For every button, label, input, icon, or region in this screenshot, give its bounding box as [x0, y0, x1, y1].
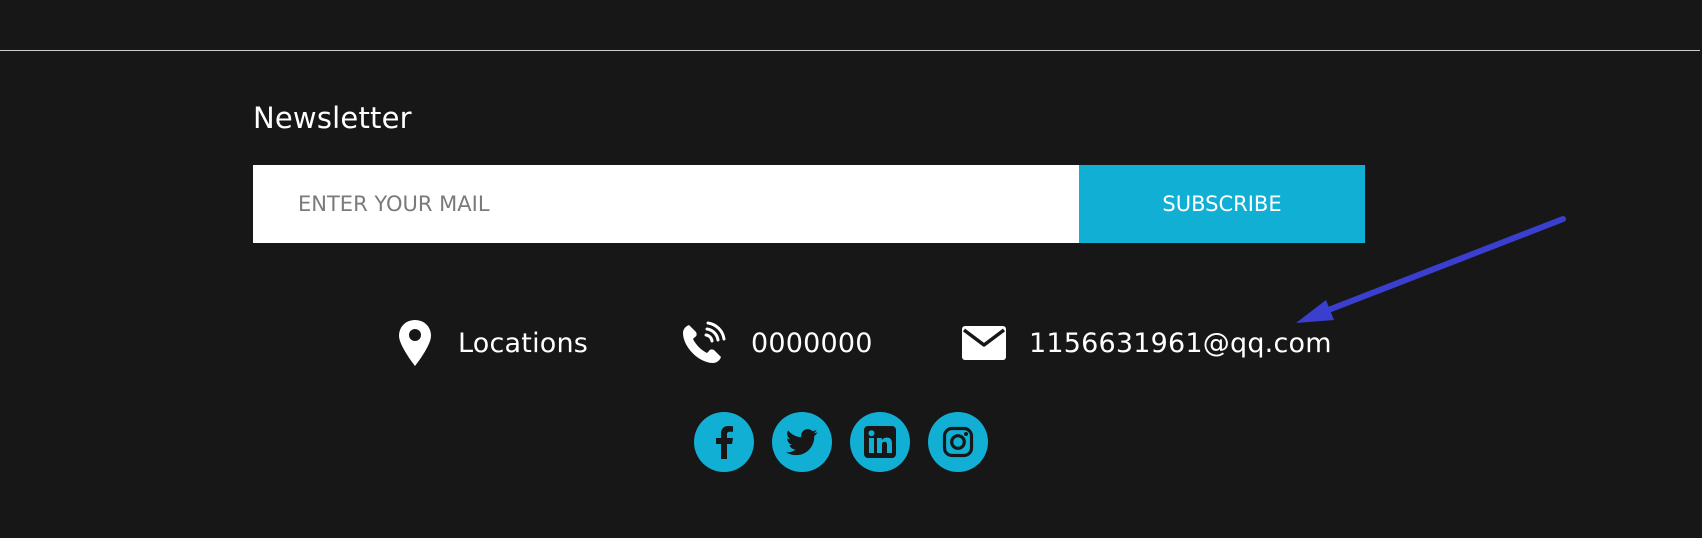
- linkedin-icon: [864, 426, 896, 458]
- newsletter-heading: Newsletter: [253, 101, 412, 135]
- envelope-icon: [961, 318, 1007, 368]
- map-pin-icon: [397, 318, 433, 368]
- twitter-button[interactable]: [772, 412, 832, 472]
- facebook-icon: [711, 425, 737, 459]
- facebook-button[interactable]: [694, 412, 754, 472]
- social-links: [694, 412, 988, 472]
- subscribe-button[interactable]: SUBSCRIBE: [1079, 165, 1365, 243]
- email-input[interactable]: [253, 165, 1079, 243]
- instagram-button[interactable]: [928, 412, 988, 472]
- phone-icon: [679, 318, 729, 368]
- linkedin-button[interactable]: [850, 412, 910, 472]
- instagram-icon: [942, 426, 974, 458]
- section-divider: [0, 50, 1700, 51]
- location-text: Locations: [458, 327, 589, 359]
- newsletter-form: SUBSCRIBE: [253, 165, 1365, 243]
- twitter-icon: [786, 428, 818, 456]
- contact-email[interactable]: 1156631961@qq.com: [961, 318, 1332, 368]
- contact-phone[interactable]: 0000000: [679, 318, 873, 368]
- phone-text: 0000000: [751, 327, 873, 359]
- contact-location[interactable]: Locations: [397, 318, 588, 368]
- email-text: 1156631961@qq.com: [1029, 327, 1332, 359]
